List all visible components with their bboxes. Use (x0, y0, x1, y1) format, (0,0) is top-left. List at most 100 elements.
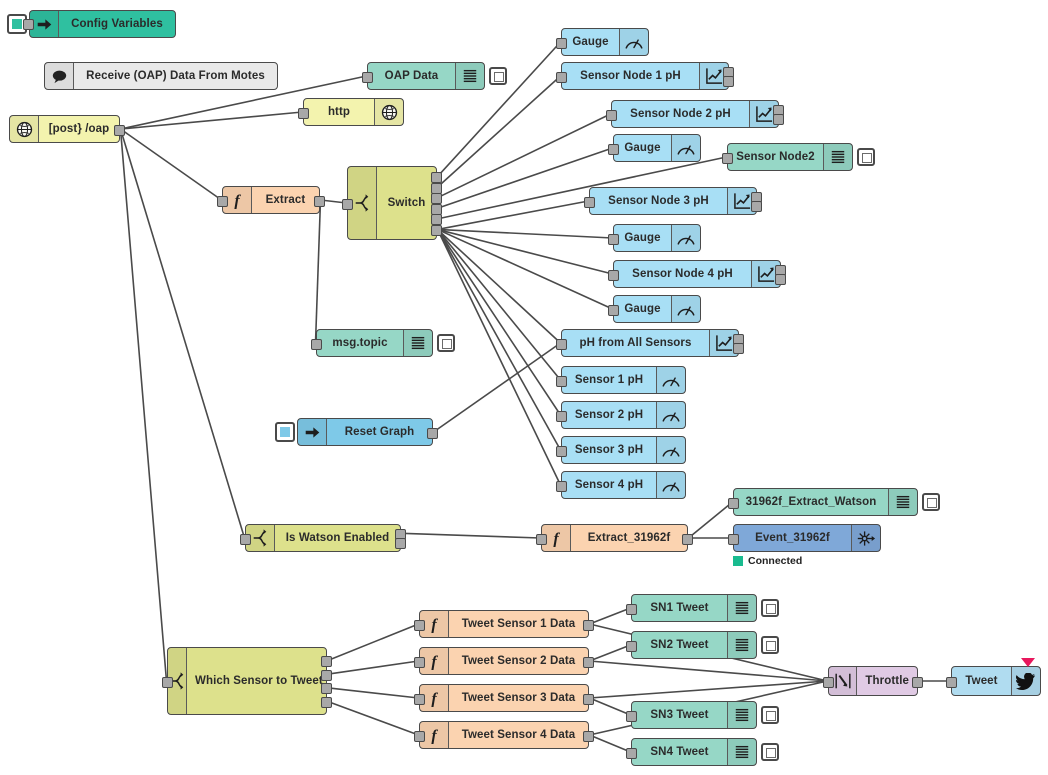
node-throttle-node[interactable]: Throttle (823, 666, 923, 696)
input-port[interactable] (608, 233, 619, 245)
input-port[interactable] (556, 71, 567, 83)
output-port[interactable] (114, 124, 125, 136)
output-port[interactable] (583, 730, 594, 742)
input-port[interactable] (556, 338, 567, 350)
output-port-3[interactable] (431, 193, 442, 205)
node-status-box[interactable] (922, 493, 940, 511)
node-chart-sn2-ph[interactable]: Sensor Node 2 pH (606, 100, 784, 128)
node-gauge-sensor-1-ph[interactable]: Sensor 1 pH (556, 366, 686, 394)
output-port[interactable] (682, 533, 693, 545)
input-port[interactable] (626, 640, 637, 652)
output-port[interactable] (583, 619, 594, 631)
node-msg-topic-debug[interactable]: msg.topic (311, 329, 433, 357)
input-port[interactable] (584, 196, 595, 208)
node-sn3-tweet-debug[interactable]: SN3 Tweet (626, 701, 757, 729)
input-port[interactable] (240, 533, 251, 545)
node-tweet-sensor-2-data[interactable]: f Tweet Sensor 2 Data (414, 647, 594, 675)
input-port[interactable] (722, 152, 733, 164)
flow-canvas[interactable]: Config Variables Receive (OAP) Data From … (0, 0, 1048, 775)
node-http-request[interactable]: http (298, 98, 404, 126)
node-sn2-tweet-debug[interactable]: SN2 Tweet (626, 631, 757, 659)
output-port-2[interactable] (751, 201, 762, 213)
node-watson-extract-debug[interactable]: 31962f_Extract_Watson (728, 488, 918, 516)
input-port[interactable] (556, 480, 567, 492)
node-which-sensor-tweet[interactable]: Which Sensor to Tweet (162, 647, 332, 715)
node-tweet-node[interactable]: Tweet (946, 666, 1041, 696)
node-status-box[interactable] (437, 334, 455, 352)
output-port-4[interactable] (321, 696, 332, 708)
output-port-3[interactable] (321, 683, 332, 695)
node-oap-data[interactable]: OAP Data (362, 62, 485, 90)
output-port[interactable] (912, 676, 923, 688)
node-event-31962f[interactable]: Event_31962f (728, 524, 881, 552)
node-gauge-sensor-2-ph[interactable]: Sensor 2 pH (556, 401, 686, 429)
input-port[interactable] (946, 676, 957, 688)
node-gauge-sensor-3-ph[interactable]: Sensor 3 pH (556, 436, 686, 464)
output-port-2[interactable] (395, 538, 406, 550)
node-gauge-2[interactable]: Gauge (608, 134, 701, 162)
input-port[interactable] (556, 410, 567, 422)
node-gauge-4[interactable]: Gauge (608, 295, 701, 323)
node-chart-sn3-ph[interactable]: Sensor Node 3 pH (584, 187, 762, 215)
output-port-5[interactable] (431, 214, 442, 226)
input-port[interactable] (556, 375, 567, 387)
input-port[interactable] (217, 195, 228, 207)
output-port[interactable] (583, 693, 594, 705)
input-port[interactable] (606, 109, 617, 121)
node-chart-ph-all[interactable]: pH from All Sensors (556, 329, 744, 357)
input-port[interactable] (414, 730, 425, 742)
node-extract-31962f[interactable]: f Extract_31962f (536, 524, 693, 552)
input-port[interactable] (728, 533, 739, 545)
output-port-2[interactable] (321, 669, 332, 681)
node-gauge-1[interactable]: Gauge (556, 28, 649, 56)
input-port[interactable] (362, 71, 373, 83)
node-button-box[interactable] (275, 422, 295, 442)
input-port[interactable] (608, 304, 619, 316)
input-port[interactable] (823, 676, 834, 688)
node-status-box[interactable] (761, 599, 779, 617)
output-port-2[interactable] (775, 274, 786, 286)
node-status-box[interactable] (489, 67, 507, 85)
node-sensor-node2-debug[interactable]: Sensor Node2 (722, 143, 853, 171)
output-port-1[interactable] (431, 172, 442, 184)
output-port-2[interactable] (773, 114, 784, 126)
output-port[interactable] (583, 656, 594, 668)
input-port[interactable] (608, 269, 619, 281)
node-status-box[interactable] (761, 706, 779, 724)
node-gauge-sensor-4-ph[interactable]: Sensor 4 pH (556, 471, 686, 499)
node-tweet-sensor-1-data[interactable]: f Tweet Sensor 1 Data (414, 610, 594, 638)
output-port-1[interactable] (321, 656, 332, 668)
output-port-2[interactable] (733, 343, 744, 355)
node-status-box[interactable] (761, 743, 779, 761)
output-port-2[interactable] (723, 76, 734, 88)
node-sn1-tweet-debug[interactable]: SN1 Tweet (626, 594, 757, 622)
node-is-watson-enabled[interactable]: Is Watson Enabled (240, 524, 406, 552)
node-tweet-sensor-3-data[interactable]: f Tweet Sensor 3 Data (414, 684, 594, 712)
node-extract-function[interactable]: f Extract (217, 186, 325, 214)
input-port[interactable] (556, 37, 567, 49)
input-port[interactable] (414, 619, 425, 631)
input-port[interactable] (414, 656, 425, 668)
node-sn4-tweet-debug[interactable]: SN4 Tweet (626, 738, 757, 766)
input-port[interactable] (626, 747, 637, 759)
node-comment-receive[interactable]: Receive (OAP) Data From Motes (44, 62, 278, 90)
node-config-variables[interactable]: Config Variables (29, 10, 176, 38)
input-port[interactable] (556, 445, 567, 457)
output-port-4[interactable] (431, 203, 442, 215)
output-port[interactable] (427, 427, 438, 439)
input-port[interactable] (608, 143, 619, 155)
input-port[interactable] (298, 107, 309, 119)
node-gauge-3[interactable]: Gauge (608, 224, 701, 252)
output-port-6[interactable] (431, 224, 442, 236)
input-port[interactable] (311, 338, 322, 350)
node-status-box[interactable] (857, 148, 875, 166)
input-port[interactable] (626, 603, 637, 615)
node-http-in-post-oap[interactable]: [post} /oap (9, 115, 125, 143)
output-port-2[interactable] (431, 182, 442, 194)
input-port[interactable] (536, 533, 547, 545)
input-port[interactable] (162, 676, 173, 688)
node-status-box[interactable] (761, 636, 779, 654)
node-chart-sn4-ph[interactable]: Sensor Node 4 pH (608, 260, 786, 288)
output-port[interactable] (314, 195, 325, 207)
node-switch-node[interactable]: Switch (342, 166, 442, 240)
